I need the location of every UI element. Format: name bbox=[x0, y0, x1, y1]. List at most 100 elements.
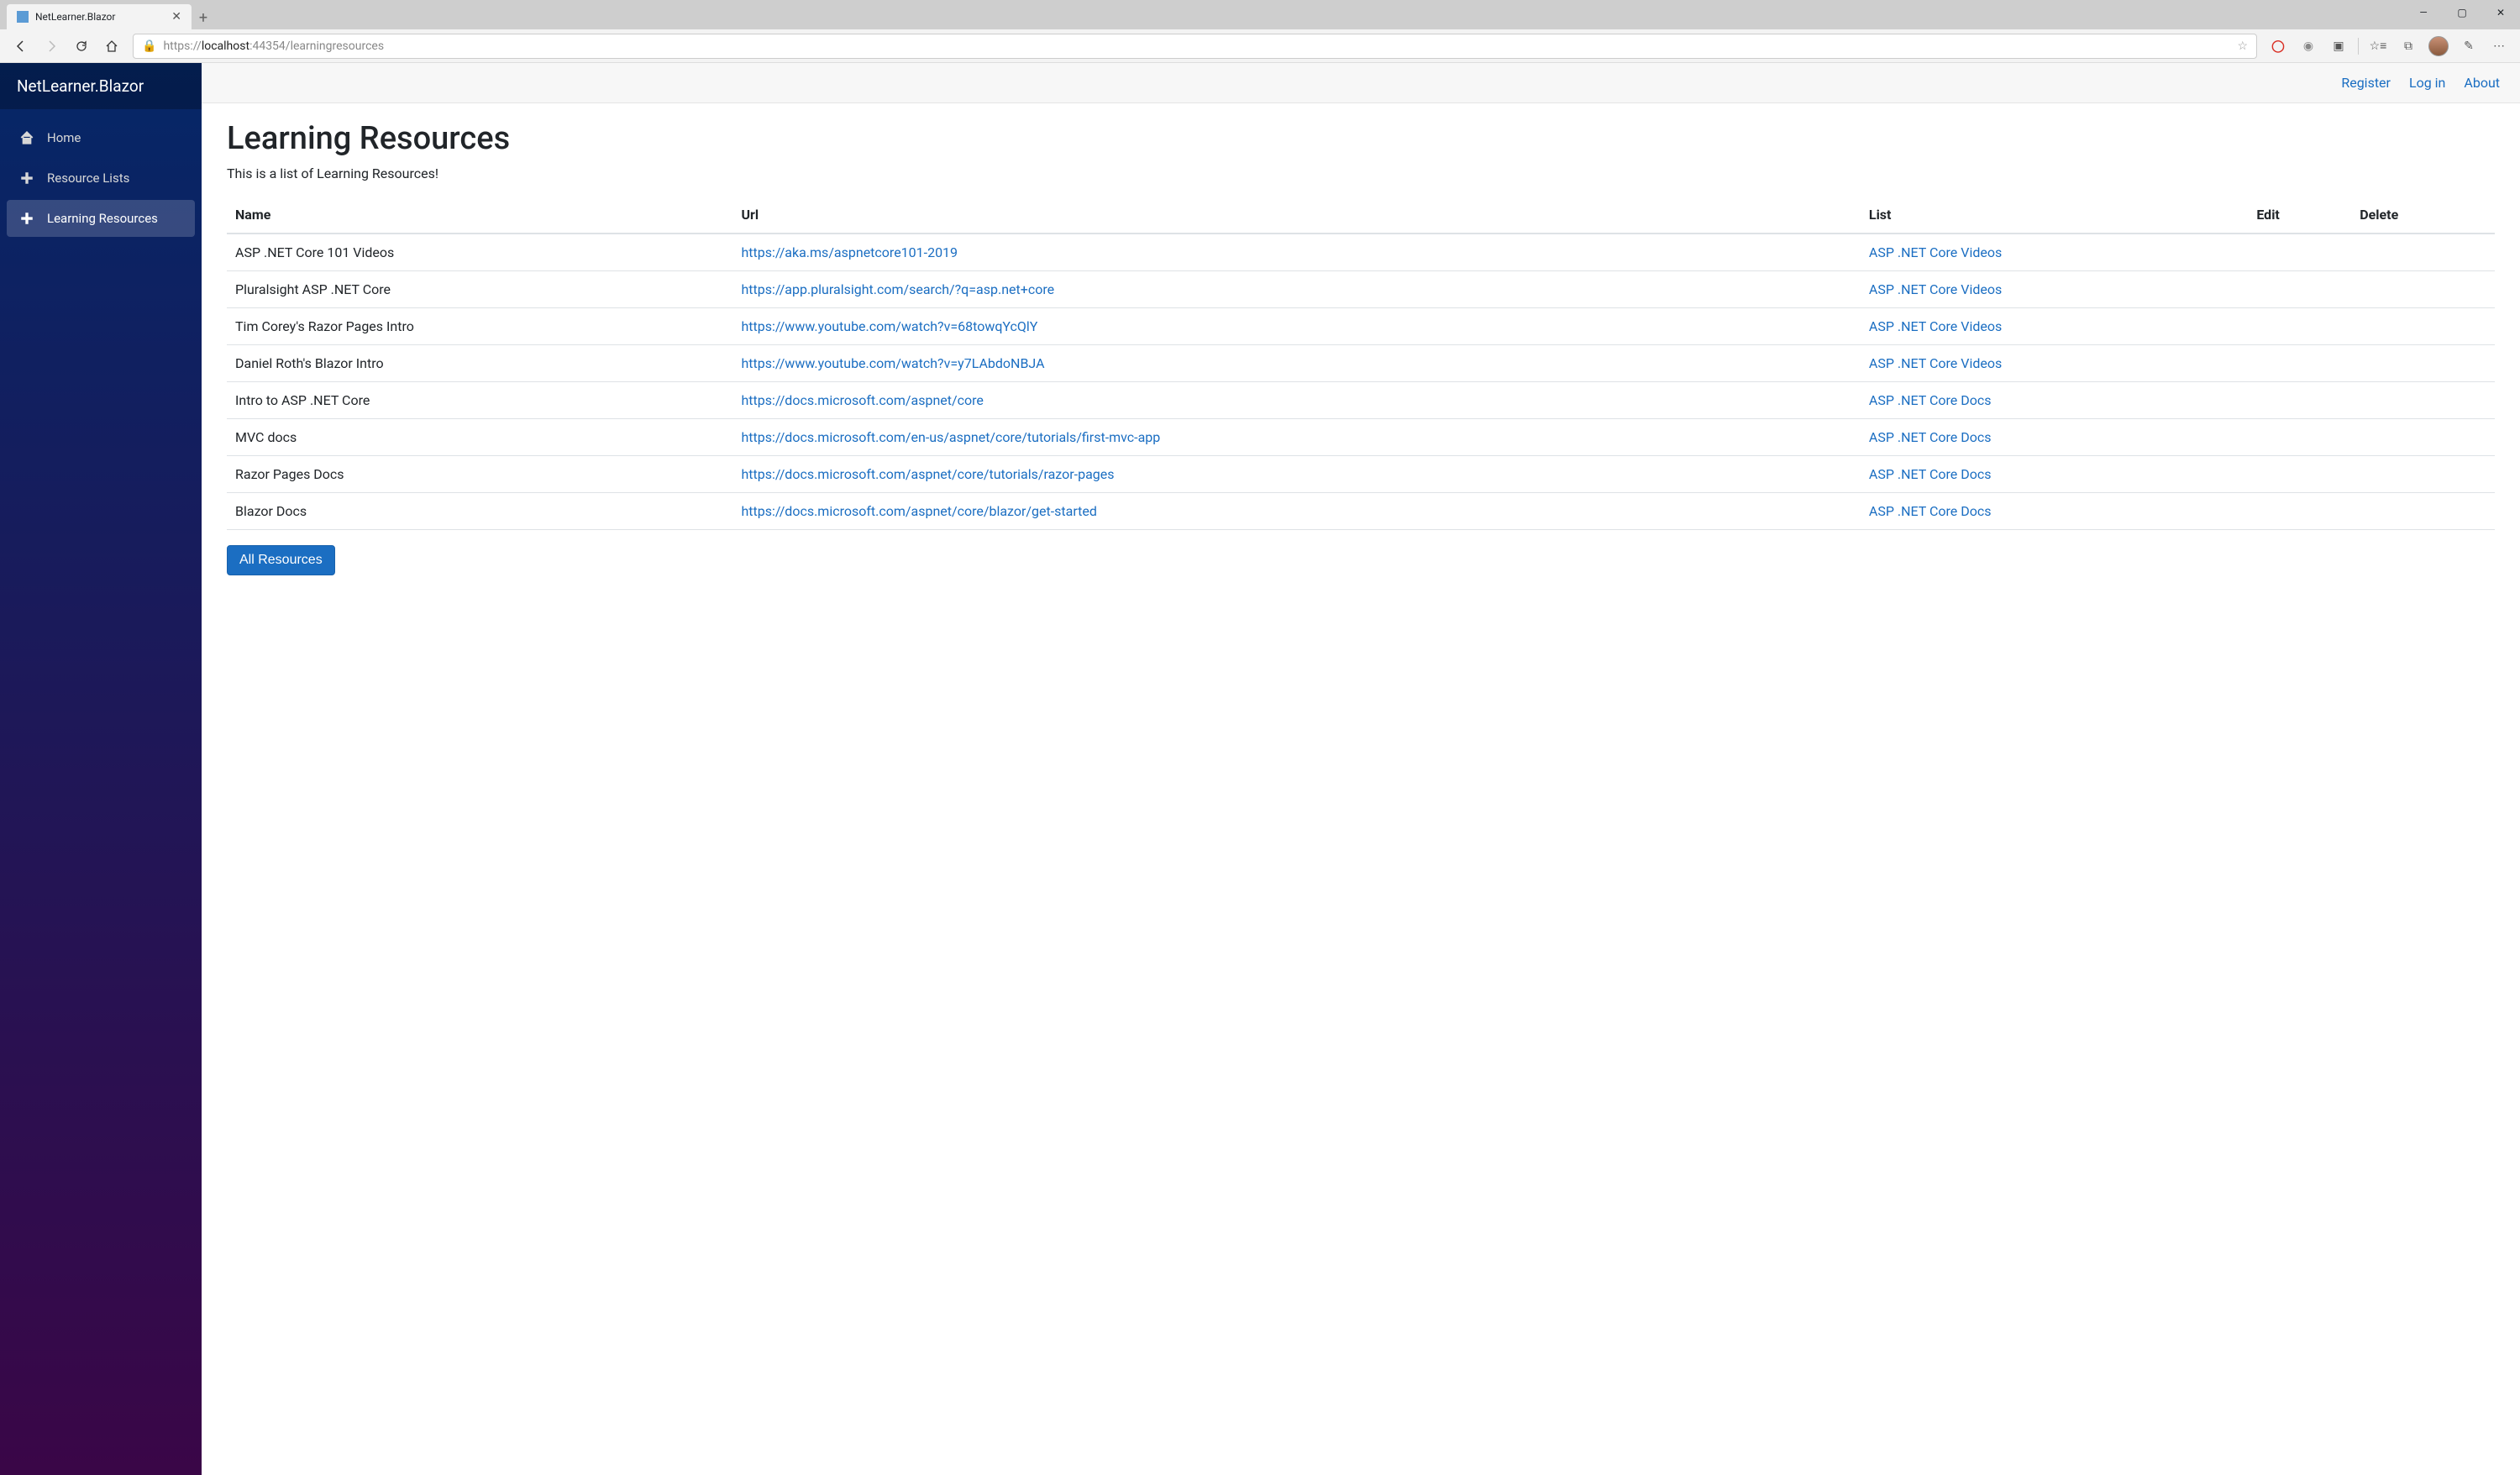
extension-icon-3[interactable]: ▣ bbox=[2324, 34, 2353, 59]
sidebar-item-home[interactable]: Home bbox=[7, 119, 195, 156]
browser-chrome: NetLearner.Blazor ✕ + — ▢ ✕ 🔒 https://lo… bbox=[0, 0, 2520, 63]
close-tab-icon[interactable]: ✕ bbox=[171, 10, 181, 24]
close-window-button[interactable]: ✕ bbox=[2481, 0, 2520, 25]
collections-button[interactable]: ⧉ bbox=[2394, 34, 2423, 59]
sidebar: NetLearner.Blazor Home Resource Lists Le… bbox=[0, 63, 202, 1475]
cell-list: ASP .NET Core Docs bbox=[1861, 493, 2248, 530]
cell-delete bbox=[2351, 271, 2495, 308]
sidebar-item-label: Learning Resources bbox=[47, 211, 158, 226]
resource-url-link[interactable]: https://docs.microsoft.com/en-us/aspnet/… bbox=[741, 429, 1160, 445]
resource-list-link[interactable]: ASP .NET Core Docs bbox=[1869, 429, 1992, 445]
browser-tab[interactable]: NetLearner.Blazor ✕ bbox=[7, 4, 192, 29]
separator bbox=[2358, 38, 2359, 55]
cell-url: https://docs.microsoft.com/aspnet/core bbox=[732, 382, 1860, 419]
toolbar-right: ◯ ◉ ▣ ☆≡ ⧉ ✎ ⋯ bbox=[2264, 34, 2513, 59]
minimize-button[interactable]: — bbox=[2404, 0, 2443, 25]
resource-list-link[interactable]: ASP .NET Core Docs bbox=[1869, 503, 1992, 519]
sidebar-item-learning-resources[interactable]: Learning Resources bbox=[7, 200, 195, 237]
resource-list-link[interactable]: ASP .NET Core Docs bbox=[1869, 392, 1992, 408]
cell-list: ASP .NET Core Videos bbox=[1861, 345, 2248, 382]
col-url: Url bbox=[732, 197, 1860, 234]
cell-delete bbox=[2351, 493, 2495, 530]
cell-delete bbox=[2351, 419, 2495, 456]
new-tab-button[interactable]: + bbox=[192, 6, 215, 29]
cell-edit bbox=[2248, 456, 2351, 493]
cell-list: ASP .NET Core Videos bbox=[1861, 271, 2248, 308]
cell-edit bbox=[2248, 345, 2351, 382]
tab-title: NetLearner.Blazor bbox=[35, 11, 165, 23]
menu-button[interactable]: ⋯ bbox=[2485, 34, 2513, 59]
lock-icon: 🔒 bbox=[142, 39, 156, 53]
brand: NetLearner.Blazor bbox=[0, 63, 202, 109]
cell-url: https://aka.ms/aspnetcore101-2019 bbox=[732, 234, 1860, 271]
refresh-button[interactable] bbox=[67, 34, 96, 59]
about-link[interactable]: About bbox=[2464, 75, 2500, 91]
sidebar-item-label: Home bbox=[47, 130, 81, 145]
cell-delete bbox=[2351, 308, 2495, 345]
resource-url-link[interactable]: https://aka.ms/aspnetcore101-2019 bbox=[741, 244, 958, 260]
resources-table: Name Url List Edit Delete ASP .NET Core … bbox=[227, 197, 2495, 530]
col-delete: Delete bbox=[2351, 197, 2495, 234]
nav: Home Resource Lists Learning Resources bbox=[0, 109, 202, 247]
cell-name: Intro to ASP .NET Core bbox=[227, 382, 732, 419]
cell-edit bbox=[2248, 419, 2351, 456]
resource-list-link[interactable]: ASP .NET Core Videos bbox=[1869, 281, 2002, 297]
table-row: Razor Pages Docs https://docs.microsoft.c… bbox=[227, 456, 2495, 493]
table-row: Intro to ASP .NET Core https://docs.micro… bbox=[227, 382, 2495, 419]
maximize-button[interactable]: ▢ bbox=[2443, 0, 2481, 25]
browser-toolbar: 🔒 https://localhost:44354/learningresour… bbox=[0, 29, 2520, 63]
tab-bar: NetLearner.Blazor ✕ + — ▢ ✕ bbox=[0, 0, 2520, 29]
cell-url: https://app.pluralsight.com/search/?q=as… bbox=[732, 271, 1860, 308]
sidebar-item-label: Resource Lists bbox=[47, 171, 129, 186]
cell-edit bbox=[2248, 271, 2351, 308]
page-subtitle: This is a list of Learning Resources! bbox=[227, 165, 2495, 181]
resource-url-link[interactable]: https://docs.microsoft.com/aspnet/core/b… bbox=[741, 503, 1096, 519]
feedback-button[interactable]: ✎ bbox=[2454, 34, 2483, 59]
extension-icon-1[interactable]: ◯ bbox=[2264, 34, 2292, 59]
table-row: Daniel Roth's Blazor Introhttps://www.yo… bbox=[227, 345, 2495, 382]
cell-delete bbox=[2351, 456, 2495, 493]
cell-name: Razor Pages Docs bbox=[227, 456, 732, 493]
favicon-icon bbox=[17, 11, 29, 23]
all-resources-button[interactable]: All Resources bbox=[227, 545, 335, 575]
cell-url: https://docs.microsoft.com/en-us/aspnet/… bbox=[732, 419, 1860, 456]
favorites-button[interactable]: ☆≡ bbox=[2364, 34, 2392, 59]
resource-list-link[interactable]: ASP .NET Core Videos bbox=[1869, 318, 2002, 334]
resource-url-link[interactable]: https://docs.microsoft.com/aspnet/core bbox=[741, 392, 983, 408]
resource-list-link[interactable]: ASP .NET Core Docs bbox=[1869, 466, 1992, 482]
back-button[interactable] bbox=[7, 34, 35, 59]
cell-list: ASP .NET Core Docs bbox=[1861, 456, 2248, 493]
favorite-icon[interactable]: ☆ bbox=[2237, 39, 2248, 53]
resource-url-link[interactable]: https://docs.microsoft.com/aspnet/core/t… bbox=[741, 466, 1114, 482]
cell-name: ASP .NET Core 101 Videos bbox=[227, 234, 732, 271]
home-button[interactable] bbox=[97, 34, 126, 59]
address-bar[interactable]: 🔒 https://localhost:44354/learningresour… bbox=[133, 34, 2257, 59]
cell-url: https://www.youtube.com/watch?v=y7LAbdoN… bbox=[732, 345, 1860, 382]
profile-button[interactable] bbox=[2424, 34, 2453, 59]
cell-name: MVC docs bbox=[227, 419, 732, 456]
forward-button[interactable] bbox=[37, 34, 66, 59]
table-row: Pluralsight ASP .NET Corehttps://app.plu… bbox=[227, 271, 2495, 308]
sidebar-item-resource-lists[interactable]: Resource Lists bbox=[7, 160, 195, 197]
register-link[interactable]: Register bbox=[2341, 75, 2391, 91]
content: Learning Resources This is a list of Lea… bbox=[202, 103, 2520, 592]
table-header-row: Name Url List Edit Delete bbox=[227, 197, 2495, 234]
cell-list: ASP .NET Core Docs bbox=[1861, 419, 2248, 456]
table-row: Blazor Docs https://docs.microsoft.com/as… bbox=[227, 493, 2495, 530]
cell-delete bbox=[2351, 234, 2495, 271]
page-title: Learning Resources bbox=[227, 120, 2495, 157]
cell-list: ASP .NET Core Videos bbox=[1861, 308, 2248, 345]
cell-edit bbox=[2248, 493, 2351, 530]
login-link[interactable]: Log in bbox=[2409, 75, 2445, 91]
resource-url-link[interactable]: https://www.youtube.com/watch?v=y7LAbdoN… bbox=[741, 355, 1044, 371]
cell-edit bbox=[2248, 382, 2351, 419]
resource-list-link[interactable]: ASP .NET Core Videos bbox=[1869, 244, 2002, 260]
extension-icon-2[interactable]: ◉ bbox=[2294, 34, 2323, 59]
main: Register Log in About Learning Resources… bbox=[202, 63, 2520, 1475]
cell-url: https://docs.microsoft.com/aspnet/core/b… bbox=[732, 493, 1860, 530]
cell-name: Blazor Docs bbox=[227, 493, 732, 530]
resource-url-link[interactable]: https://www.youtube.com/watch?v=68towqYc… bbox=[741, 318, 1037, 334]
resource-url-link[interactable]: https://app.pluralsight.com/search/?q=as… bbox=[741, 281, 1054, 297]
plus-icon bbox=[18, 210, 35, 227]
resource-list-link[interactable]: ASP .NET Core Videos bbox=[1869, 355, 2002, 371]
